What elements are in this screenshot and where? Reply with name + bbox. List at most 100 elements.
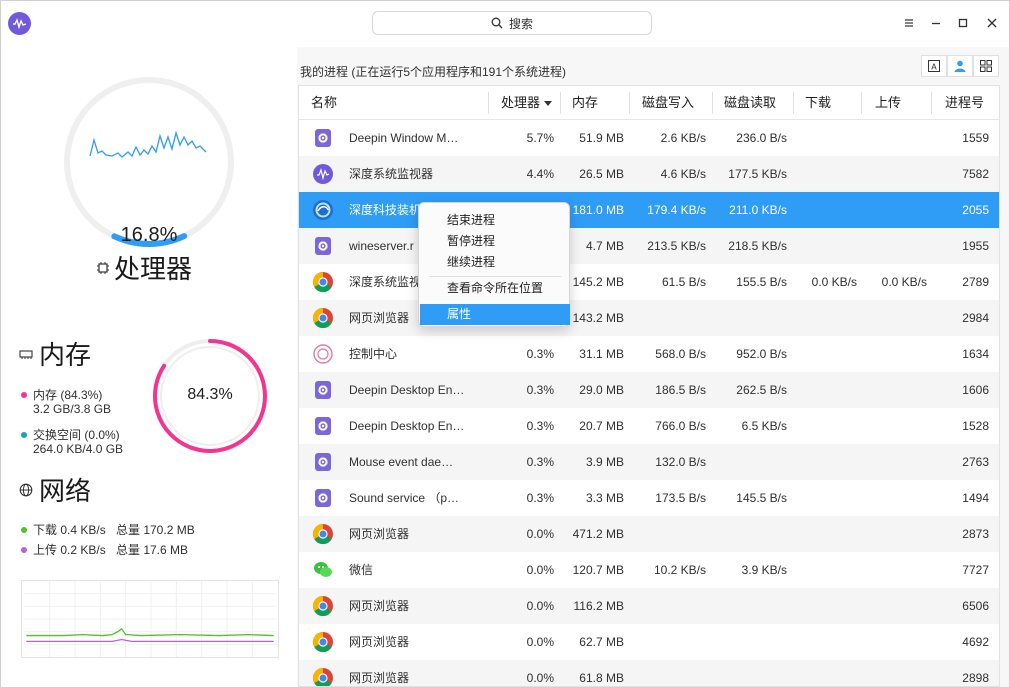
search-input[interactable]: 搜索 — [372, 11, 652, 35]
process-dw: 213.5 KB/s — [647, 239, 706, 253]
table-row[interactable]: 网页浏览器 0.0% 116.2 MB 6506 — [299, 588, 999, 624]
process-dw: 2.6 KB/s — [660, 131, 706, 145]
process-dr: 262.5 B/s — [736, 383, 787, 397]
column-name[interactable]: 名称 — [299, 86, 337, 120]
process-pid: 2763 — [962, 455, 989, 469]
globe-icon — [19, 483, 33, 496]
table-row[interactable]: 深度系统监视 145.2 MB 61.5 B/s 155.5 B/s 0.0 KB/s 0… — [299, 264, 999, 300]
column-download[interactable]: 下载 — [793, 86, 831, 120]
gear-icon — [312, 127, 334, 149]
process-table: 名称 处理器 内存 磁盘写入 磁盘读取 下载 上传 进程号 Deepin Win… — [298, 85, 1000, 687]
maximize-icon — [958, 18, 968, 28]
menu-button[interactable] — [900, 14, 918, 32]
app-view-button[interactable]: A — [921, 55, 947, 77]
process-pid: 1955 — [962, 239, 989, 253]
process-cpu: 0.3% — [526, 419, 554, 433]
memory-title: 内存 — [19, 335, 91, 372]
table-row[interactable]: 深度科技装机大师1.9%181.0 MB179.4 KB/s211.0 KB/s… — [299, 192, 999, 228]
column-upload[interactable]: 上传 — [863, 86, 901, 120]
memory-legend-dot — [21, 391, 27, 398]
column-cpu[interactable]: 处理器 — [489, 86, 552, 120]
table-row[interactable]: 控制中心 0.3% 31.1 MB 568.0 B/s 952.0 B/s 1634 — [299, 336, 999, 372]
process-mem: 26.5 MB — [579, 167, 624, 181]
swap-legend-dot — [21, 431, 27, 438]
all-process-view-button[interactable] — [973, 55, 999, 77]
process-pid: 7582 — [962, 167, 989, 181]
gear-icon — [312, 415, 334, 437]
system-monitor-logo-icon — [8, 12, 31, 35]
table-row[interactable]: wineserver.r 4.7 MB 213.5 KB/s 218.5 KB/s 19… — [299, 228, 999, 264]
swap-detail: 264.0 KB/4.0 GB — [33, 442, 124, 456]
cpu-history-line — [89, 130, 207, 158]
upload-history-line — [26, 638, 274, 643]
process-dr: 155.5 B/s — [736, 275, 787, 289]
table-row[interactable]: 深度系统监视器 4.4% 26.5 MB 4.6 KB/s 177.5 KB/s 7582 — [299, 156, 999, 192]
process-up: 0.0 KB/s — [881, 275, 927, 289]
wechat-icon — [312, 559, 334, 581]
menu-item-open-command-location[interactable]: 查看命令所在位置 — [420, 278, 570, 299]
deepin-installer-icon — [312, 199, 334, 221]
column-disk-write[interactable]: 磁盘写入 — [630, 86, 694, 120]
column-disk-read[interactable]: 磁盘读取 — [712, 86, 776, 120]
process-name: 网页浏览器 — [349, 599, 410, 613]
menu-item-pause-process[interactable]: 暂停进程 — [420, 231, 570, 252]
menu-item-properties[interactable]: 属性 — [420, 304, 570, 325]
swap-legend-label: 交换空间 (0.0%) — [33, 428, 120, 442]
minimize-icon — [932, 22, 940, 25]
process-pid: 2873 — [962, 527, 989, 541]
chrome-icon — [312, 523, 334, 545]
control-center-icon — [312, 343, 334, 365]
process-pid: 7727 — [962, 563, 989, 577]
table-row[interactable]: 网页浏览器 143.2 MB 2984 — [299, 300, 999, 336]
process-dr: 6.5 KB/s — [741, 419, 787, 433]
process-dr: 145.5 B/s — [736, 491, 787, 505]
process-dr: 177.5 KB/s — [728, 167, 787, 181]
table-row[interactable]: 网页浏览器 0.0% 471.2 MB 2873 — [299, 516, 999, 552]
table-row[interactable]: Deepin Window M… 5.7% 51.9 MB 2.6 KB/s 236.0… — [299, 120, 999, 156]
process-cpu: 0.3% — [526, 347, 554, 361]
process-mem: 145.2 MB — [572, 275, 624, 289]
chrome-icon — [312, 595, 334, 617]
menu-item-resume-process[interactable]: 继续进程 — [420, 252, 570, 273]
table-row[interactable]: Deepin Desktop En… 0.3% 29.0 MB 186.5 B/s 26… — [299, 372, 999, 408]
memory-detail: 3.2 GB/3.8 GB — [33, 402, 112, 416]
close-button[interactable] — [983, 14, 1001, 32]
upload-legend-dot — [21, 546, 27, 553]
sort-descending-icon — [543, 101, 552, 106]
process-dw: 766.0 B/s — [655, 419, 706, 433]
search-label: 搜索 — [508, 16, 533, 31]
table-row[interactable]: 网页浏览器 0.0% 61.8 MB 2898 — [299, 660, 999, 686]
network-title: 网络 — [19, 471, 91, 508]
chrome-icon — [312, 667, 334, 686]
minimize-button[interactable] — [927, 14, 945, 32]
process-dw: 186.5 B/s — [655, 383, 706, 397]
table-header: 名称 处理器 内存 磁盘写入 磁盘读取 下载 上传 进程号 — [299, 86, 999, 120]
table-row[interactable]: Sound service （p… 0.3% 3.3 MB 173.5 B/s 145.… — [299, 480, 999, 516]
menu-item-end-process[interactable]: 结束进程 — [420, 210, 570, 231]
process-mem: 3.3 MB — [585, 491, 624, 505]
process-dr: 236.0 B/s — [736, 131, 787, 145]
process-pid: 4692 — [962, 635, 989, 649]
upload-rate: 上传 0.2 KB/s — [33, 543, 106, 557]
table-row[interactable]: 微信 0.0% 120.7 MB 10.2 KB/s 3.9 KB/s 7727 — [299, 552, 999, 588]
column-pid[interactable]: 进程号 — [933, 86, 984, 120]
user-process-view-button[interactable] — [947, 55, 973, 77]
process-pid: 1494 — [962, 491, 989, 505]
process-mem: 3.9 MB — [585, 455, 624, 469]
process-mem: 20.7 MB — [579, 419, 624, 433]
table-row[interactable]: Deepin Desktop En… 0.3% 20.7 MB 766.0 B/s 6.… — [299, 408, 999, 444]
process-name: Mouse event dae… — [349, 455, 454, 469]
network-title-label: 网络 — [39, 476, 92, 506]
process-dw: 132.0 B/s — [655, 455, 706, 469]
process-dr: 218.5 KB/s — [728, 239, 787, 253]
maximize-button[interactable] — [954, 14, 972, 32]
table-row[interactable]: 网页浏览器 0.0% 62.7 MB 4692 — [299, 624, 999, 660]
process-dw: 10.2 KB/s — [653, 563, 706, 577]
process-name: Deepin Desktop En… — [349, 383, 465, 397]
process-pid: 2898 — [962, 671, 989, 685]
process-pid: 1559 — [962, 131, 989, 145]
table-row[interactable]: Mouse event dae… 0.3% 3.9 MB 132.0 B/s 2763 — [299, 444, 999, 480]
process-dw: 173.5 B/s — [655, 491, 706, 505]
column-memory[interactable]: 内存 — [560, 86, 598, 120]
process-cpu: 5.7% — [526, 131, 554, 145]
